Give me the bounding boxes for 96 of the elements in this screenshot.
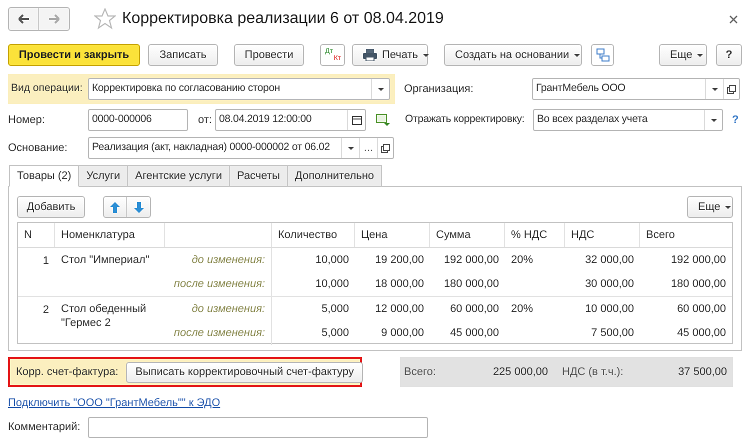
table-cell-text: 5,000: [320, 302, 350, 317]
dropdown-caret-icon: [423, 54, 430, 56]
dropdown-caret-icon[interactable]: [348, 146, 354, 150]
comment-field[interactable]: [88, 416, 428, 438]
stage-label: после изменения:: [165, 272, 272, 296]
help-link[interactable]: ?: [732, 112, 739, 128]
tab[interactable]: Дополнительно: [286, 165, 382, 187]
table-cell-text: 20%: [510, 252, 534, 268]
table-cell-text: 19 200,00: [374, 252, 425, 268]
totals-label: НДС (в т.ч.):: [562, 364, 624, 380]
date-field[interactable]: 08.04.2019 12:00:00: [215, 109, 366, 131]
tab[interactable]: Расчеты: [228, 165, 288, 187]
table-cell-text: 10 000,00: [584, 302, 635, 317]
table-cell-text: 192 000,00: [670, 252, 727, 268]
table-cell-text: 7 500,00: [590, 326, 635, 341]
column-header[interactable]: НДС: [565, 223, 640, 247]
dropdown-caret-icon: [697, 54, 704, 56]
close-icon[interactable]: [729, 14, 738, 24]
column-header[interactable]: Номенклатура: [55, 223, 165, 247]
open-icon[interactable]: [381, 144, 390, 152]
printer-icon: [363, 49, 377, 61]
create-invoice-button[interactable]: Выписать корректировочный счет-фактуру: [126, 362, 363, 382]
table-cell-text: 18 000,00: [374, 276, 425, 292]
operation-select[interactable]: Корректировка по согласованию сторон: [88, 78, 390, 100]
print-button[interactable]: Печать: [352, 44, 428, 66]
table-cell-text: 180 000,00: [670, 276, 727, 292]
post-button[interactable]: Провести: [234, 44, 304, 66]
totals-value: 37 500,00: [677, 364, 728, 380]
table-cell-text: 12 000,00: [374, 302, 425, 317]
stage-label: после изменения:: [165, 321, 272, 345]
edo-link[interactable]: Подключить "ООО "ГрантМебель"" к ЭДО: [8, 395, 220, 412]
calendar-icon[interactable]: [352, 115, 362, 125]
column-header[interactable]: Всего: [640, 223, 732, 247]
dropdown-caret-icon[interactable]: [712, 88, 718, 90]
basis-select[interactable]: Реализация (акт, накладная) 0000-000002 от 06.02 ...: [88, 137, 394, 159]
back-arrow-icon: [18, 14, 30, 24]
table-cell-text: Стол обеденный "Гермес 2: [60, 302, 148, 331]
table-cell-text: 192 000,00: [442, 252, 500, 268]
dropdown-caret-icon[interactable]: [710, 118, 716, 122]
stage-label: до изменения:: [165, 248, 272, 272]
tab[interactable]: Услуги: [78, 165, 128, 187]
dropdown-caret-icon: [725, 206, 732, 208]
field-label: Комментарий:: [8, 420, 82, 435]
field-label: Номер:: [8, 112, 46, 128]
structure-button[interactable]: [591, 44, 614, 66]
field-label: Вид операции:: [11, 81, 84, 96]
field-label: Корр. счет-фактура:: [16, 364, 118, 380]
field-label: Отражать корректировку:: [405, 112, 526, 128]
table-cell-text: 10,000: [314, 252, 350, 268]
table-cell-text: 30 000,00: [584, 276, 635, 292]
table-cell-text: 9 000,00: [380, 326, 425, 341]
post-and-close-button[interactable]: Провести и закрыть: [8, 44, 140, 66]
stage-label: до изменения:: [165, 297, 272, 321]
table-cell-text: 45 000,00: [449, 326, 500, 341]
select-button[interactable]: ...: [359, 138, 377, 158]
column-header[interactable]: Количество: [272, 223, 355, 247]
arrow-up-icon: [110, 202, 120, 212]
field-label: от:: [198, 112, 213, 128]
reflect-select[interactable]: Во всех разделах учета: [533, 109, 723, 131]
totals-value: 225 000,00: [492, 364, 548, 380]
table-cell-text: 60 000,00: [449, 302, 500, 317]
table-cell-text: 20%: [510, 302, 534, 317]
structure-icon: [596, 48, 610, 62]
arrow-down-icon: [134, 202, 144, 212]
totals-label: Всего:: [404, 364, 437, 380]
save-button[interactable]: Записать: [148, 44, 218, 66]
table-cell-text: 180 000,00: [442, 276, 500, 292]
more-button[interactable]: Еще: [659, 44, 707, 66]
table-cell-text: 60 000,00: [676, 302, 727, 317]
table-cell-text: 5,000: [320, 326, 350, 341]
create-based-on-button[interactable]: Создать на основании: [444, 44, 582, 66]
table-cell-text: 1: [42, 254, 50, 269]
dropdown-caret-icon: [574, 54, 580, 56]
table-cell-text: 32 000,00: [584, 252, 635, 268]
table-cell-text: Стол "Империал": [60, 253, 150, 268]
window-title: Корректировка реализации 6 от 08.04.2019: [122, 9, 445, 29]
number-field[interactable]: 0000-000006: [88, 109, 188, 131]
tab[interactable]: Товары (2): [9, 165, 80, 187]
tab[interactable]: Агентские услуги: [127, 165, 230, 187]
more-button[interactable]: Еще: [687, 196, 733, 218]
dropdown-caret-icon[interactable]: [378, 88, 384, 90]
table-cell-text: 45 000,00: [676, 326, 727, 341]
field-label: Основание:: [8, 140, 68, 156]
table-cell-text: 10,000: [314, 276, 350, 292]
help-button[interactable]: ?: [716, 44, 742, 66]
add-button[interactable]: Добавить: [17, 196, 85, 218]
star-icon[interactable]: [94, 8, 116, 30]
field-label: Организация:: [404, 82, 474, 97]
forward-arrow-icon: [48, 14, 60, 24]
organization-select[interactable]: ГрантМебель ООО: [532, 78, 740, 100]
column-header[interactable]: Сумма: [430, 223, 505, 247]
column-header[interactable]: Цена: [355, 223, 430, 247]
column-header[interactable]: N: [18, 223, 55, 247]
open-icon[interactable]: [727, 84, 736, 94]
column-header[interactable]: % НДС: [505, 223, 565, 247]
table-cell-text: 2: [42, 303, 50, 318]
